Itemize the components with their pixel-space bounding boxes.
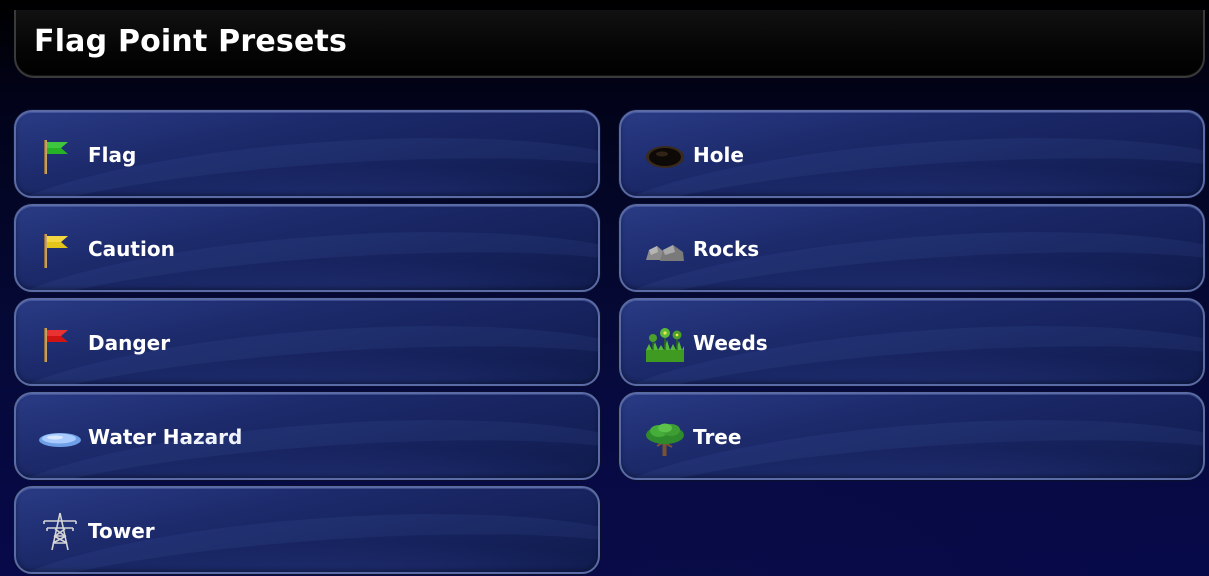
preset-label: Danger <box>88 331 171 355</box>
yellow-flag-icon <box>38 228 82 272</box>
page-title: Flag Point Presets <box>34 24 348 59</box>
preset-label: Tree <box>693 425 742 449</box>
title-bar: Flag Point Presets <box>14 10 1205 78</box>
preset-label: Weeds <box>693 331 768 355</box>
preset-button-weeds[interactable]: Weeds <box>619 298 1205 386</box>
preset-button-flag[interactable]: Flag <box>14 110 600 198</box>
hole-icon <box>643 134 687 178</box>
power-tower-icon <box>38 510 82 554</box>
preset-button-tower[interactable]: Tower <box>14 486 600 574</box>
preset-label: Water Hazard <box>88 425 243 449</box>
preset-button-rocks[interactable]: Rocks <box>619 204 1205 292</box>
preset-label: Rocks <box>693 237 760 261</box>
green-flag-icon <box>38 134 82 178</box>
preset-button-hole[interactable]: Hole <box>619 110 1205 198</box>
preset-button-caution[interactable]: Caution <box>14 204 600 292</box>
preset-button-tree[interactable]: Tree <box>619 392 1205 480</box>
water-puddle-icon <box>38 416 82 460</box>
preset-button-danger[interactable]: Danger <box>14 298 600 386</box>
preset-label: Flag <box>88 143 137 167</box>
tree-icon <box>643 416 687 460</box>
red-flag-icon <box>38 322 82 366</box>
preset-label: Caution <box>88 237 175 261</box>
preset-button-water-hazard[interactable]: Water Hazard <box>14 392 600 480</box>
rocks-icon <box>643 228 687 272</box>
preset-label: Hole <box>693 143 744 167</box>
weeds-icon <box>643 322 687 366</box>
flag-point-presets-screen: Flag Point Presets Flag Caution Danger W… <box>0 0 1209 576</box>
preset-label: Tower <box>88 519 155 543</box>
